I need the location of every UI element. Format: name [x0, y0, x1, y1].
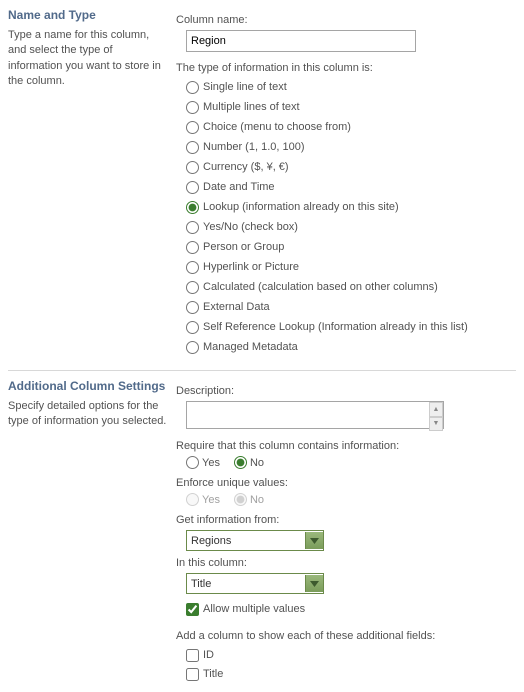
type-label: Single line of text: [203, 78, 287, 97]
scroll-up-icon[interactable]: ▲: [429, 402, 443, 417]
dropdown-icon[interactable]: [305, 575, 323, 592]
radio-person[interactable]: [186, 241, 199, 254]
type-option-calculated[interactable]: Calculated (calculation based on other c…: [186, 278, 516, 297]
left-column: Name and Type Type a name for this colum…: [8, 8, 176, 358]
type-option-number[interactable]: Number (1, 1.0, 100): [186, 138, 516, 157]
yes-label: Yes: [202, 494, 220, 506]
extra-title-checkbox[interactable]: [186, 668, 199, 681]
get-from-label: Get information from:: [176, 514, 516, 526]
radio-external[interactable]: [186, 301, 199, 314]
additional-settings-section: Additional Column Settings Specify detai…: [8, 379, 516, 684]
radio-yesno[interactable]: [186, 221, 199, 234]
radio-number[interactable]: [186, 141, 199, 154]
section-description: Type a name for this column, and select …: [8, 28, 168, 90]
radio-lookup[interactable]: [186, 201, 199, 214]
radio-currency[interactable]: [186, 161, 199, 174]
description-textarea-wrap: ▲ ▼: [186, 401, 444, 432]
add-column-label: Add a column to show each of these addit…: [176, 630, 516, 642]
type-option-managed-metadata[interactable]: Managed Metadata: [186, 338, 516, 357]
type-option-yesno[interactable]: Yes/No (check box): [186, 218, 516, 237]
type-label: Calculated (calculation based on other c…: [203, 278, 438, 297]
yes-label: Yes: [202, 457, 220, 469]
extra-title-label: Title: [203, 665, 223, 683]
require-no-option[interactable]: No: [234, 456, 264, 469]
radio-enforce-yes: [186, 493, 199, 506]
type-label: Number (1, 1.0, 100): [203, 138, 305, 157]
radio-selfref[interactable]: [186, 321, 199, 334]
radio-managed-metadata[interactable]: [186, 341, 199, 354]
right-column: Description: ▲ ▼ Require that this colum…: [176, 379, 516, 684]
type-intro-label: The type of information in this column i…: [176, 62, 516, 74]
type-label: Multiple lines of text: [203, 98, 300, 117]
type-option-lookup[interactable]: Lookup (information already on this site…: [186, 198, 516, 217]
type-label: Lookup (information already on this site…: [203, 198, 399, 217]
description-textarea[interactable]: [186, 401, 444, 429]
get-from-select[interactable]: Regions: [186, 530, 324, 551]
radio-datetime[interactable]: [186, 181, 199, 194]
scrollbar[interactable]: ▲ ▼: [429, 402, 443, 431]
radio-require-yes[interactable]: [186, 456, 199, 469]
require-yes-option[interactable]: Yes: [186, 456, 220, 469]
in-column-value: Title: [187, 578, 305, 590]
column-name-input[interactable]: [186, 30, 416, 52]
get-from-value: Regions: [187, 535, 305, 547]
enforce-yes-option: Yes: [186, 493, 220, 506]
type-option-currency[interactable]: Currency ($, ¥, €): [186, 158, 516, 177]
type-option-person[interactable]: Person or Group: [186, 238, 516, 257]
extra-id-checkbox[interactable]: [186, 649, 199, 662]
scroll-down-icon[interactable]: ▼: [429, 417, 443, 432]
description-label: Description:: [176, 385, 516, 397]
type-label: Choice (menu to choose from): [203, 118, 351, 137]
in-column-label: In this column:: [176, 557, 516, 569]
allow-multiple-row[interactable]: Allow multiple values: [186, 600, 516, 618]
type-option-hyperlink[interactable]: Hyperlink or Picture: [186, 258, 516, 277]
type-option-datetime[interactable]: Date and Time: [186, 178, 516, 197]
extra-field-title-row[interactable]: Title: [186, 665, 516, 683]
right-column: Column name: The type of information in …: [176, 8, 516, 358]
type-label: Person or Group: [203, 238, 284, 257]
section-divider: [8, 370, 516, 371]
radio-choice[interactable]: [186, 121, 199, 134]
type-option-multi-line[interactable]: Multiple lines of text: [186, 98, 516, 117]
section-heading: Name and Type: [8, 8, 168, 22]
type-label: Self Reference Lookup (Information alrea…: [203, 318, 468, 337]
allow-multiple-label: Allow multiple values: [203, 600, 305, 618]
left-column: Additional Column Settings Specify detai…: [8, 379, 176, 684]
require-label: Require that this column contains inform…: [176, 440, 516, 452]
radio-calculated[interactable]: [186, 281, 199, 294]
type-label: Hyperlink or Picture: [203, 258, 299, 277]
section-description: Specify detailed options for the type of…: [8, 399, 168, 430]
dropdown-icon[interactable]: [305, 532, 323, 549]
type-label: Managed Metadata: [203, 338, 298, 357]
radio-require-no[interactable]: [234, 456, 247, 469]
no-label: No: [250, 494, 264, 506]
in-column-select[interactable]: Title: [186, 573, 324, 594]
allow-multiple-checkbox[interactable]: [186, 603, 199, 616]
type-label: External Data: [203, 298, 270, 317]
name-and-type-section: Name and Type Type a name for this colum…: [8, 8, 516, 358]
type-label: Currency ($, ¥, €): [203, 158, 289, 177]
type-label: Yes/No (check box): [203, 218, 298, 237]
radio-enforce-no: [234, 493, 247, 506]
require-radio-group: Yes No: [186, 456, 516, 469]
extra-id-label: ID: [203, 646, 214, 664]
radio-multi-line[interactable]: [186, 101, 199, 114]
radio-single-line[interactable]: [186, 81, 199, 94]
no-label: No: [250, 457, 264, 469]
type-option-external[interactable]: External Data: [186, 298, 516, 317]
section-heading: Additional Column Settings: [8, 379, 168, 393]
column-name-label: Column name:: [176, 14, 516, 26]
type-option-choice[interactable]: Choice (menu to choose from): [186, 118, 516, 137]
type-option-selfref[interactable]: Self Reference Lookup (Information alrea…: [186, 318, 516, 337]
type-label: Date and Time: [203, 178, 275, 197]
enforce-label: Enforce unique values:: [176, 477, 516, 489]
enforce-no-option: No: [234, 493, 264, 506]
extra-field-id-row[interactable]: ID: [186, 646, 516, 664]
radio-hyperlink[interactable]: [186, 261, 199, 274]
enforce-radio-group: Yes No: [186, 493, 516, 506]
type-option-single-line[interactable]: Single line of text: [186, 78, 516, 97]
